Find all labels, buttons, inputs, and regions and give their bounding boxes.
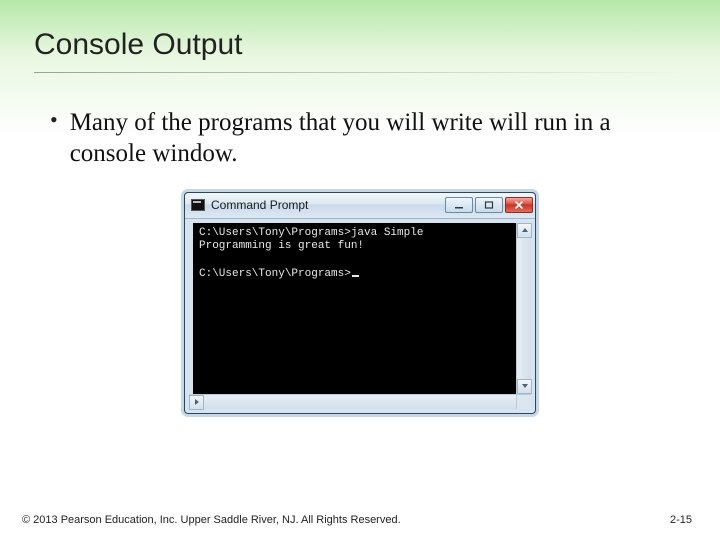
scroll-down-button[interactable] bbox=[517, 379, 532, 394]
console-line: Programming is great fun! bbox=[199, 240, 364, 252]
bullet-marker: • bbox=[50, 107, 58, 133]
cursor-icon bbox=[352, 275, 359, 277]
close-icon bbox=[514, 201, 524, 209]
bullet-text: Many of the programs that you will write… bbox=[70, 107, 656, 170]
minimize-icon bbox=[454, 201, 464, 209]
slide-title: Console Output bbox=[0, 0, 720, 62]
scroll-right-button[interactable] bbox=[189, 395, 204, 410]
scrollbar-corner bbox=[516, 394, 531, 409]
window-title: Command Prompt bbox=[211, 198, 445, 212]
command-prompt-icon bbox=[191, 199, 205, 211]
chevron-right-icon bbox=[193, 398, 201, 406]
chevron-up-icon bbox=[521, 226, 529, 234]
console-line: C:\Users\Tony\Programs>java Simple bbox=[199, 227, 423, 239]
maximize-icon bbox=[484, 201, 494, 209]
command-prompt-window: Command Prompt C:\Users\Tony\Programs>ja… bbox=[184, 192, 536, 414]
slide-footer: © 2013 Pearson Education, Inc. Upper Sad… bbox=[0, 514, 720, 526]
scroll-up-button[interactable] bbox=[517, 223, 532, 238]
chevron-down-icon bbox=[521, 382, 529, 390]
close-button[interactable] bbox=[505, 197, 533, 213]
page-number: 2-15 bbox=[670, 514, 692, 526]
console-output-area[interactable]: C:\Users\Tony\Programs>java Simple Progr… bbox=[193, 223, 527, 409]
console-line: C:\Users\Tony\Programs> bbox=[199, 268, 351, 280]
vertical-scrollbar[interactable] bbox=[516, 223, 531, 394]
copyright-text: © 2013 Pearson Education, Inc. Upper Sad… bbox=[22, 514, 401, 526]
horizontal-scrollbar[interactable] bbox=[189, 394, 516, 409]
window-titlebar[interactable]: Command Prompt bbox=[185, 193, 535, 219]
bullet-item: • Many of the programs that you will wri… bbox=[0, 73, 720, 170]
minimize-button[interactable] bbox=[445, 197, 473, 213]
maximize-button[interactable] bbox=[475, 197, 503, 213]
